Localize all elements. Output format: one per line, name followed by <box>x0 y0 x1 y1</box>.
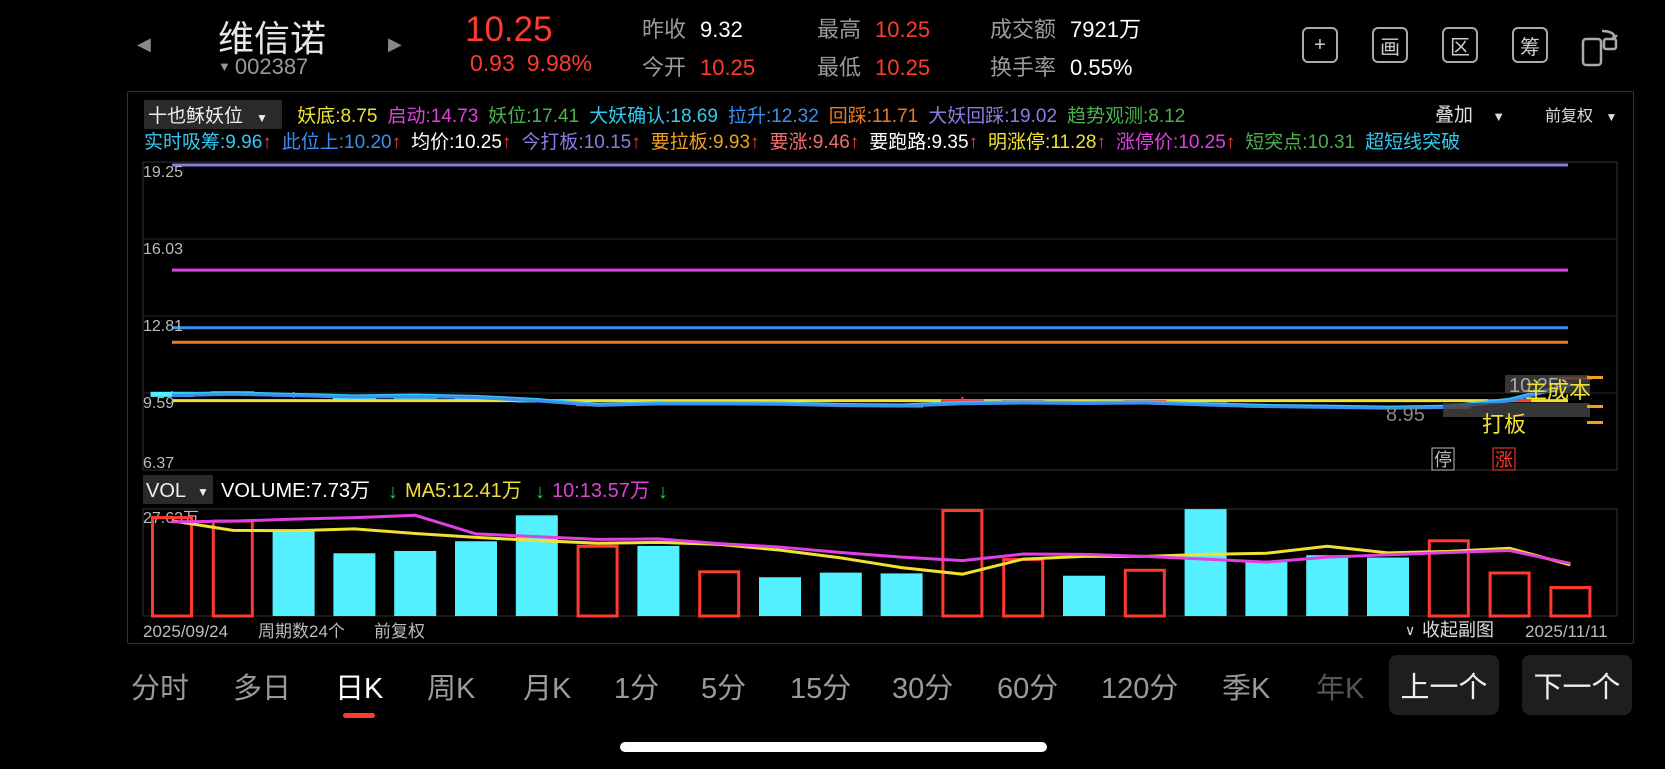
price-tick-label: 16.03 <box>143 241 183 258</box>
chevron-down-icon: ▼ <box>197 485 209 499</box>
volume-bar <box>1245 560 1288 616</box>
volume-header: VOL ▼ VOLUME:7.73万 ↓ MA5:12.41万 ↓ 10:13.… <box>143 475 668 527</box>
volume-bar <box>576 544 619 618</box>
volume-ma-lines <box>171 513 1571 576</box>
volume-arrow: ↓ <box>388 481 398 503</box>
home-indicator <box>620 742 1047 752</box>
tab-12[interactable]: 年K <box>1316 665 1364 707</box>
tab-3[interactable]: 周K <box>427 665 475 707</box>
price-tick-label: 6.37 <box>143 455 174 472</box>
tab-5[interactable]: 1分 <box>614 665 659 707</box>
tab-4[interactable]: 月K <box>523 665 571 707</box>
volume-bar <box>515 515 558 616</box>
active-tab-indicator <box>343 713 375 718</box>
start-date: 2025/09/24 <box>143 622 228 641</box>
moving-average-lines <box>171 382 1571 410</box>
tab-1[interactable]: 多日 <box>233 665 291 707</box>
volume-bar <box>333 553 376 616</box>
volume-bar <box>1306 555 1349 616</box>
vol-selector-label: VOL <box>146 480 186 502</box>
volume-bar <box>211 519 254 618</box>
ma5-value: MA5:12.41万 <box>405 480 522 502</box>
period-tabs: 分时 多日 日K 周K 月K 1分 5分 15分 30分 60分 120分 季K 年K 上一个 下一个 <box>0 655 1665 718</box>
ma-line <box>171 384 1571 410</box>
price-tick-label: 12.81 <box>143 318 183 335</box>
volume-bar <box>455 541 497 616</box>
tab-8[interactable]: 30分 <box>892 665 953 707</box>
tab-10[interactable]: 120分 <box>1101 665 1178 707</box>
chart-annotation: 打板 <box>1482 412 1526 437</box>
volume-bar <box>1002 557 1045 618</box>
volume-bar <box>1184 509 1227 616</box>
volume-bar <box>1549 586 1592 618</box>
price-axis-labels: 19.25 16.03 12.81 9.59 6.37 <box>143 164 183 472</box>
kline-chart[interactable]: 19.2516.0312.819.596.37 10.258.95主成本打板停涨… <box>0 0 1665 769</box>
ma10-value: 10:13.57万 <box>552 480 650 502</box>
volume-bar <box>880 573 923 616</box>
tab-2[interactable]: 日K <box>335 665 383 707</box>
chart-annotation: 停 <box>1434 450 1452 470</box>
chart-annotations: 10.258.95主成本打板停涨 <box>1386 375 1603 471</box>
adjust-mode: 前复权 <box>374 622 425 641</box>
collapse-subchart-button[interactable]: 收起副图 <box>1422 620 1494 640</box>
volume-bar <box>698 570 741 618</box>
volume-value: VOLUME:7.73万 <box>221 480 370 502</box>
volume-bar <box>1063 575 1105 616</box>
next-stock-button[interactable]: 下一个 <box>1522 655 1632 715</box>
price-tick-label: 9.59 <box>143 395 174 412</box>
volume-bar <box>394 550 437 616</box>
volume-ma-line <box>171 519 1571 576</box>
edge-marker <box>1587 405 1603 408</box>
tab-9[interactable]: 60分 <box>997 665 1058 707</box>
volume-bar <box>1488 571 1531 618</box>
chart-annotation: 涨 <box>1495 450 1513 470</box>
ma10-arrow: ↓ <box>658 481 668 503</box>
chart-annotation: 8.95 <box>1386 404 1425 426</box>
end-date: 2025/11/11 <box>1525 622 1608 641</box>
tab-7[interactable]: 15分 <box>790 665 851 707</box>
period-count: 周期数24个 <box>258 622 345 641</box>
price-tick-label: 19.25 <box>143 164 183 181</box>
volume-bar <box>272 529 315 616</box>
volume-bar <box>941 509 984 618</box>
volume-bar <box>1367 557 1409 616</box>
tab-0[interactable]: 分时 <box>131 665 189 707</box>
tab-11[interactable]: 季K <box>1222 665 1270 707</box>
volume-bar <box>637 545 680 616</box>
volume-ma-line <box>171 513 1571 565</box>
ma5-arrow: ↓ <box>535 481 545 503</box>
volume-bar <box>1123 568 1166 618</box>
volume-bar <box>151 516 193 618</box>
tab-6[interactable]: 5分 <box>701 665 746 707</box>
volume-bar <box>759 577 801 616</box>
edge-marker <box>1587 421 1603 424</box>
chevron-down-icon: ∨ <box>1405 622 1415 638</box>
prev-stock-button[interactable]: 上一个 <box>1389 655 1499 715</box>
volume-bars <box>142 508 1618 618</box>
volume-bar <box>819 572 862 616</box>
indicator-level-lines <box>172 163 1568 403</box>
chart-annotation: 主成本 <box>1525 378 1591 403</box>
